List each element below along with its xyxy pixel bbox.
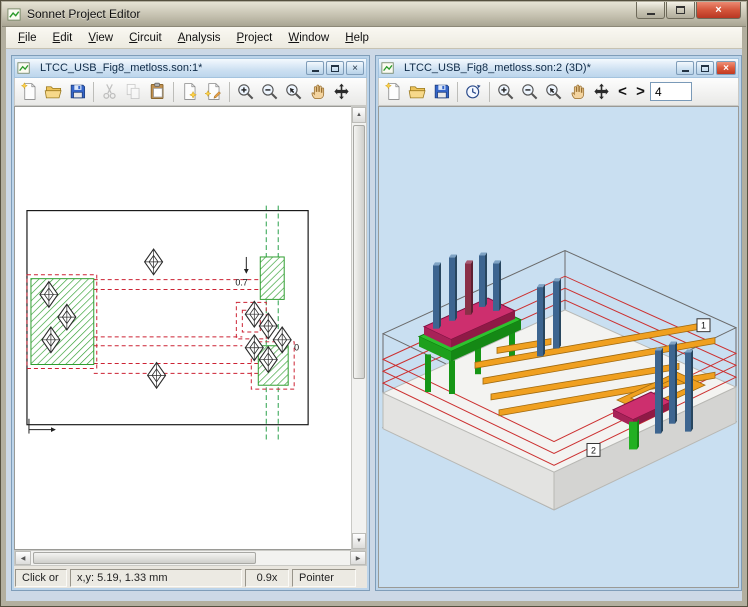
status-hint: Click or [15, 568, 67, 587]
app-icon [7, 7, 22, 22]
menu-view[interactable]: View [80, 29, 121, 47]
document-icon [17, 61, 31, 75]
toolbar-separator [457, 81, 458, 102]
titlebar[interactable]: Sonnet Project Editor × [2, 2, 746, 27]
zero-label: 0 [294, 343, 299, 353]
menu-analysis[interactable]: Analysis [170, 29, 229, 47]
3d-window-controls: × [676, 61, 736, 75]
pan-icon[interactable] [566, 81, 589, 103]
mdi-client-area: LTCC_USB_Fig8_metloss.son:1* × 0.7 0 ▲ ▼… [6, 49, 742, 601]
2d-hscroll-track[interactable] [31, 551, 350, 565]
app-window: Sonnet Project Editor × File Edit View C… [0, 0, 748, 607]
2d-close-button[interactable]: × [346, 61, 364, 75]
3d-minimize-button[interactable] [676, 61, 694, 75]
prev-level-button[interactable]: < [614, 82, 631, 102]
minimize-button[interactable] [636, 2, 665, 19]
document-icon [381, 61, 395, 75]
status-active-tool: Pointer [292, 568, 356, 587]
2d-vscroll-track[interactable] [352, 123, 366, 533]
close-button[interactable]: × [696, 2, 741, 19]
scroll-up-icon[interactable]: ▲ [352, 107, 366, 123]
rotate-view-icon[interactable] [462, 81, 485, 103]
zoom-out-icon[interactable] [518, 81, 541, 103]
2d-horizontal-scrollbar[interactable]: ◀ ▶ [14, 550, 367, 566]
2d-vertical-scrollbar[interactable]: ▲ ▼ [351, 106, 367, 550]
window-3d-view: LTCC_USB_Fig8_metloss.son:2 (3D)* × < > … [375, 55, 742, 591]
zoom-area-icon[interactable] [282, 81, 305, 103]
2d-drawing: 0.7 0 [15, 107, 351, 549]
port-2-label: 2 [591, 445, 596, 455]
open-icon[interactable] [406, 81, 429, 103]
zoom-in-icon[interactable] [234, 81, 257, 103]
maximize-button[interactable] [666, 2, 695, 19]
new-icon[interactable] [382, 81, 405, 103]
scroll-down-icon[interactable]: ▼ [352, 533, 366, 549]
2d-window-title: LTCC_USB_Fig8_metloss.son:1* [40, 62, 203, 74]
3d-canvas[interactable]: 1 2 [378, 106, 739, 588]
paste-icon[interactable] [146, 81, 169, 103]
port-1-label: 1 [701, 321, 706, 331]
add-metalization-icon[interactable] [202, 81, 225, 103]
3d-drawing: 1 2 [379, 107, 738, 587]
scroll-right-icon[interactable]: ▶ [350, 551, 366, 565]
status-zoom-level: 0.9x [245, 568, 289, 587]
move-icon[interactable] [330, 81, 353, 103]
open-icon[interactable] [42, 81, 65, 103]
2d-maximize-button[interactable] [326, 61, 344, 75]
window-title: Sonnet Project Editor [27, 7, 141, 21]
3d-maximize-button[interactable] [696, 61, 714, 75]
2d-toolbar [14, 78, 367, 106]
2d-minimize-button[interactable] [306, 61, 324, 75]
menu-circuit[interactable]: Circuit [121, 29, 170, 47]
new-icon[interactable] [18, 81, 41, 103]
next-level-button[interactable]: > [632, 82, 649, 102]
menu-edit[interactable]: Edit [45, 29, 81, 47]
toolbar-separator [229, 81, 230, 102]
2d-canvas[interactable]: 0.7 0 [14, 106, 351, 550]
zoom-out-icon[interactable] [258, 81, 281, 103]
level-input[interactable] [650, 82, 692, 101]
3d-toolbar: < > [378, 78, 739, 106]
menu-project[interactable]: Project [229, 29, 281, 47]
3d-window-title: LTCC_USB_Fig8_metloss.son:2 (3D)* [404, 62, 591, 74]
2d-hscroll-thumb[interactable] [33, 552, 257, 564]
menu-file[interactable]: File [10, 29, 45, 47]
move-icon[interactable] [590, 81, 613, 103]
window-2d-editor: LTCC_USB_Fig8_metloss.son:1* × 0.7 0 ▲ ▼… [11, 55, 370, 591]
menubar: File Edit View Circuit Analysis Project … [6, 27, 742, 49]
save-icon[interactable] [66, 81, 89, 103]
save-icon[interactable] [430, 81, 453, 103]
2d-titlebar[interactable]: LTCC_USB_Fig8_metloss.son:1* × [14, 58, 367, 78]
3d-titlebar[interactable]: LTCC_USB_Fig8_metloss.son:2 (3D)* × [378, 58, 739, 78]
3d-close-button[interactable]: × [716, 61, 736, 75]
pan-icon[interactable] [306, 81, 329, 103]
cut-icon[interactable] [98, 81, 121, 103]
toolbar-separator [173, 81, 174, 102]
toolbar-separator [93, 81, 94, 102]
zoom-area-icon[interactable] [542, 81, 565, 103]
menu-window[interactable]: Window [280, 29, 337, 47]
copy-icon[interactable] [122, 81, 145, 103]
dimension-label: 0.7 [235, 278, 247, 288]
2d-window-controls: × [306, 61, 364, 75]
add-component-icon[interactable] [178, 81, 201, 103]
2d-statusbar: Click or x,y: 5.19, 1.33 mm 0.9x Pointer [14, 566, 367, 588]
status-coordinates: x,y: 5.19, 1.33 mm [70, 568, 242, 587]
window-controls: × [636, 2, 741, 19]
2d-vscroll-thumb[interactable] [353, 125, 365, 380]
menu-help[interactable]: Help [337, 29, 377, 47]
toolbar-separator [489, 81, 490, 102]
zoom-in-icon[interactable] [494, 81, 517, 103]
scroll-left-icon[interactable]: ◀ [15, 551, 31, 565]
